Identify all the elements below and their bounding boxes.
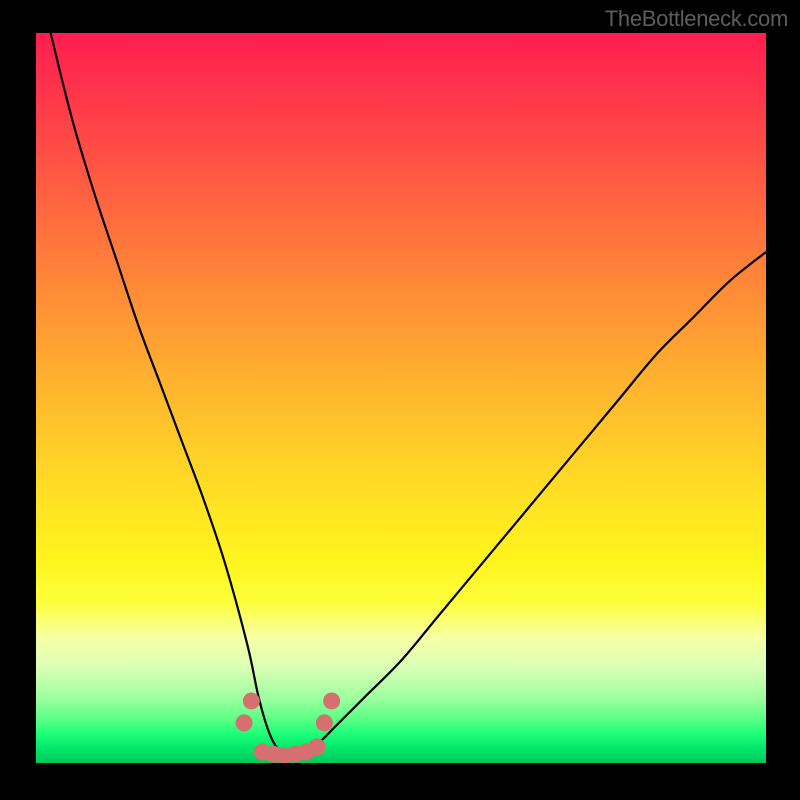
valley-marker (236, 714, 253, 731)
chart-frame: TheBottleneck.com (0, 0, 800, 800)
plot-area (36, 33, 766, 763)
valley-marker (309, 738, 326, 755)
valley-markers (236, 692, 341, 763)
bottleneck-curve (51, 33, 766, 756)
valley-marker (316, 714, 333, 731)
bottleneck-curve-path (51, 33, 766, 756)
valley-marker (243, 692, 260, 709)
curve-layer (36, 33, 766, 763)
valley-marker (323, 692, 340, 709)
watermark-text: TheBottleneck.com (605, 6, 788, 32)
